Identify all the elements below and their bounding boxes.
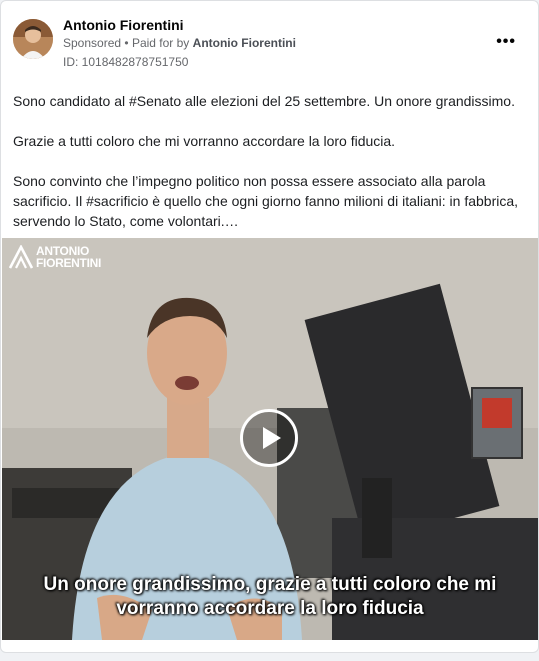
post-paragraph-3: Sono convinto che l’impegno politico non… [13, 173, 519, 229]
post-text: Sono candidato al #Senato alle elezioni … [13, 91, 529, 251]
play-triangle [263, 427, 281, 449]
ad-post-card: Antonio Fiorentini Sponsored • Paid for … [0, 0, 539, 653]
paid-for-prefix: Paid for by [131, 36, 190, 50]
brand-text: ANTONIO FIORENTINI [36, 245, 101, 269]
ad-id: ID: 1018482878751750 [63, 55, 189, 69]
play-icon[interactable] [240, 409, 298, 467]
post-paragraph-1: Sono candidato al #Senato alle elezioni … [13, 93, 515, 109]
brand-logo-icon [9, 245, 33, 269]
video-player[interactable]: ANTONIO FIORENTINI Un onore grandissimo,… [2, 238, 538, 640]
sponsored-meta: Sponsored • Paid for by Antonio Fiorenti… [63, 36, 296, 50]
caption-line-1: Un onore grandissimo, grazie a tutti col… [43, 574, 497, 595]
author-name[interactable]: Antonio Fiorentini [63, 17, 184, 33]
brand-line-2: FIORENTINI [36, 256, 101, 270]
sponsored-label: Sponsored [63, 36, 122, 50]
paid-for-name: Antonio Fiorentini [192, 36, 296, 50]
post-paragraph-2: Grazie a tutti coloro che mi vorranno ac… [13, 133, 396, 149]
more-dots-icon[interactable]: ••• [496, 33, 516, 51]
avatar-photo [13, 19, 53, 59]
caption-line-2: vorranno accordare la loro fiducia [116, 598, 424, 619]
post-header: Antonio Fiorentini Sponsored • Paid for … [13, 17, 526, 71]
avatar[interactable] [13, 19, 53, 59]
video-caption: Un onore grandissimo, grazie a tutti col… [2, 573, 538, 621]
separator-dot: • [124, 36, 132, 50]
